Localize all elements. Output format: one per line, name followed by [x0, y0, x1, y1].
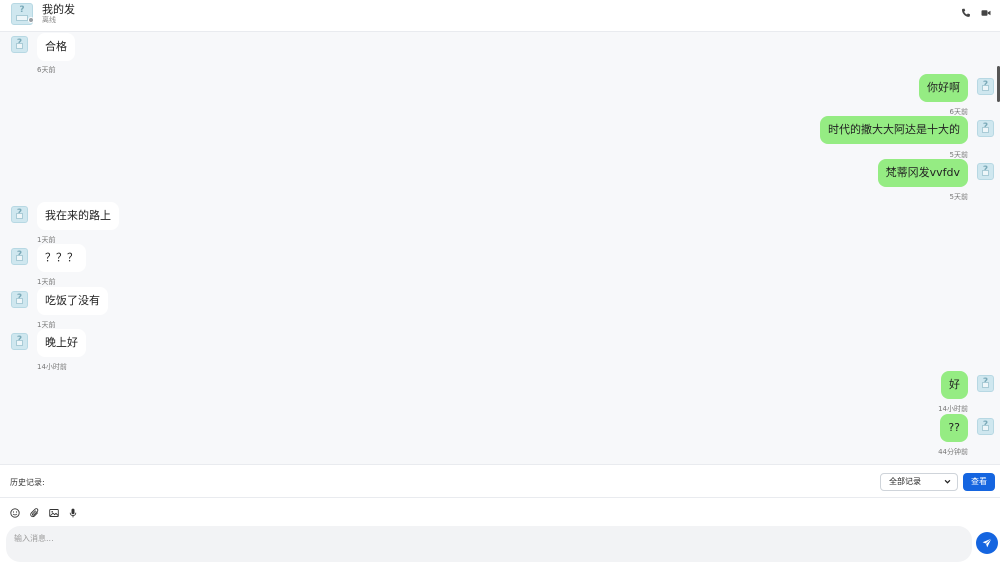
phone-icon[interactable] — [961, 8, 971, 18]
message-avatar — [977, 78, 994, 95]
message-bubble: 好 — [941, 371, 968, 399]
history-label: 历史记录: — [10, 478, 45, 487]
history-bar: 历史记录: 全部记录 查看 — [0, 464, 1000, 498]
attachment-icon[interactable] — [30, 508, 40, 518]
message-avatar — [11, 248, 28, 265]
message-avatar — [977, 120, 994, 137]
message-input[interactable]: 输入消息... — [6, 526, 972, 562]
message-avatar — [11, 333, 28, 350]
message-avatar — [977, 418, 994, 435]
message-bubble: 我在来的路上 — [37, 202, 119, 230]
view-history-button[interactable]: 查看 — [963, 473, 995, 491]
message-input-placeholder: 输入消息... — [14, 534, 54, 543]
message-avatar — [11, 36, 28, 53]
message-bubble: 时代的撒大大阿达是十大的 — [820, 116, 968, 144]
message-time: 44分钟前 — [938, 448, 968, 456]
message-avatar — [11, 206, 28, 223]
composer: 输入消息... — [0, 498, 1000, 566]
history-filter-value: 全部记录 — [889, 477, 921, 486]
message-bubble: 你好啊 — [919, 74, 968, 102]
video-icon[interactable] — [981, 8, 991, 18]
message-avatar — [977, 375, 994, 392]
send-icon — [982, 538, 992, 548]
history-filter-select[interactable]: 全部记录 — [880, 473, 958, 491]
image-icon[interactable] — [49, 508, 59, 518]
send-button[interactable] — [976, 532, 998, 554]
message-bubble: 吃饭了没有 — [37, 287, 108, 315]
message-time: 14小时前 — [938, 405, 968, 413]
chat-header: 我的发 离线 — [0, 0, 1000, 32]
message-time: 5天前 — [949, 193, 968, 201]
message-avatar — [11, 291, 28, 308]
message-bubble: 梵蒂冈发vvfdv — [877, 159, 968, 187]
chevron-down-icon — [944, 479, 951, 484]
message-time: 6天前 — [37, 66, 56, 74]
emoji-icon[interactable] — [10, 508, 20, 518]
message-bubble: 晚上好 — [37, 329, 86, 357]
contact-status: 离线 — [42, 16, 56, 24]
message-bubble: ?? — [940, 414, 968, 442]
message-time: 14小时前 — [37, 363, 67, 371]
microphone-icon[interactable] — [68, 508, 78, 518]
message-time: 1天前 — [37, 278, 56, 286]
message-avatar — [977, 163, 994, 180]
message-bubble: ？？？ — [37, 244, 86, 272]
message-bubble: 合格 — [37, 33, 75, 61]
offline-status-dot — [28, 17, 34, 23]
